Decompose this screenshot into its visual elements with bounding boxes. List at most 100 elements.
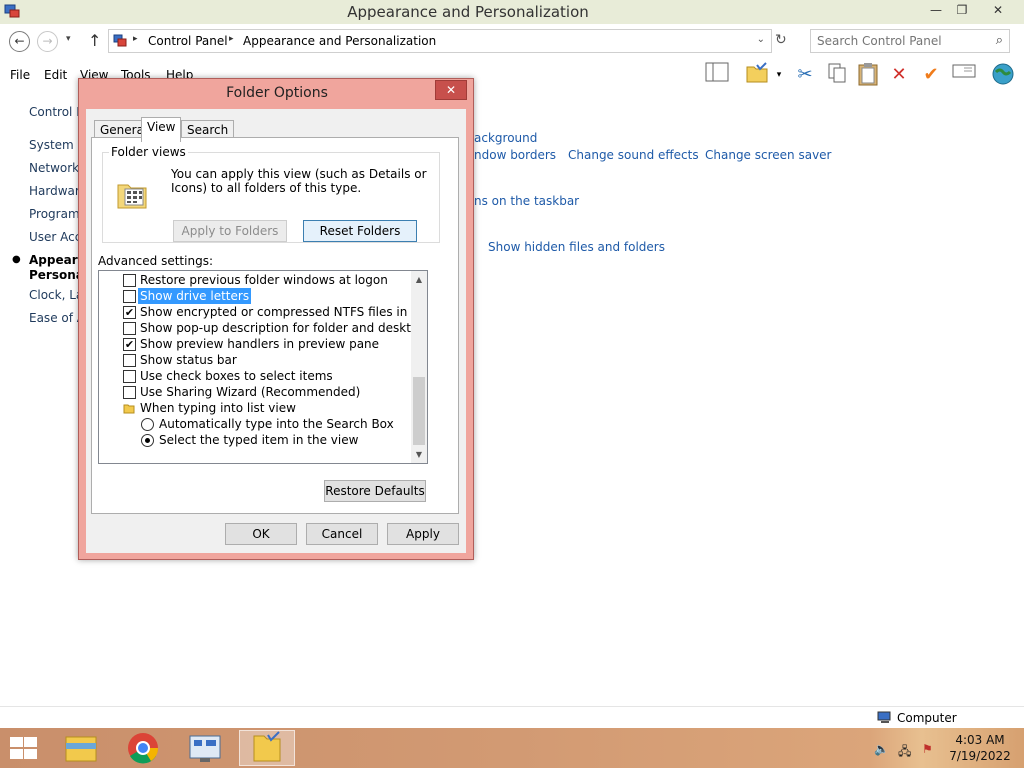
back-button[interactable]: ← <box>9 31 30 52</box>
setting-restore-previous-folders[interactable]: Restore previous folder windows at logon <box>99 272 411 288</box>
folder-options-dialog: Folder Options ✕ General View Search Fol… <box>78 78 474 560</box>
setting-label: Show drive letters <box>138 288 252 304</box>
checkbox[interactable] <box>123 354 136 367</box>
checkbox[interactable] <box>123 290 136 303</box>
link-window-borders[interactable]: ndow borders <box>474 148 556 162</box>
tab-view[interactable]: View <box>141 117 182 142</box>
setting-label: Show encrypted or compressed NTFS files … <box>140 305 428 319</box>
breadcrumb-separator[interactable]: ▸ <box>133 34 138 44</box>
breadcrumb-appearance[interactable]: Appearance and Personalization <box>243 34 436 48</box>
action-center-icon[interactable]: ⚑ <box>922 742 933 756</box>
radio-button-selected[interactable] <box>141 434 154 447</box>
folder-options-icon <box>253 731 281 762</box>
checkbox-checked[interactable]: ✔ <box>123 338 136 351</box>
volume-muted-icon[interactable]: 🔈 <box>874 742 889 756</box>
setting-group-typing-list-view: When typing into list view <box>99 400 411 416</box>
setting-show-preview-handlers[interactable]: ✔ Show preview handlers in preview pane <box>99 336 411 352</box>
folder-views-icon <box>117 184 147 209</box>
globe-icon[interactable] <box>990 62 1016 88</box>
sidebar-item-network[interactable]: Network <box>29 161 79 175</box>
rename-icon[interactable] <box>951 62 977 88</box>
scroll-down-arrow[interactable]: ▼ <box>411 446 427 463</box>
setting-select-typed-item[interactable]: Select the typed item in the view <box>99 432 411 448</box>
search-input[interactable] <box>811 30 981 52</box>
scroll-up-arrow[interactable]: ▲ <box>411 271 427 288</box>
breadcrumb-control-panel[interactable]: Control Panel <box>148 34 228 48</box>
address-dropdown[interactable]: ⌄ <box>757 34 765 45</box>
properties-icon[interactable] <box>744 62 770 88</box>
up-button[interactable]: ↑ <box>88 31 101 50</box>
layout-pane-icon[interactable] <box>704 62 730 88</box>
properties-dropdown-icon[interactable]: ▾ <box>773 62 785 88</box>
setting-label: Use Sharing Wizard (Recommended) <box>140 385 361 399</box>
refresh-button[interactable]: ↻ <box>775 32 787 48</box>
setting-show-popup-description[interactable]: Show pop-up description for folder and d… <box>99 320 427 336</box>
checkbox[interactable] <box>123 386 136 399</box>
taskbar-clock[interactable]: 4:03 AM 7/19/2022 <box>945 732 1015 764</box>
advanced-settings-list[interactable]: Restore previous folder windows at logon… <box>98 270 428 464</box>
sidebar-item-ease-of-access[interactable]: Ease of A <box>29 311 85 325</box>
delete-icon[interactable]: ✕ <box>886 62 912 88</box>
link-change-screen-saver[interactable]: Change screen saver <box>705 148 832 162</box>
cancel-button[interactable]: Cancel <box>306 523 378 545</box>
taskbar-file-explorer[interactable] <box>53 730 109 766</box>
setting-use-check-boxes[interactable]: Use check boxes to select items <box>99 368 411 384</box>
checkbox[interactable] <box>123 370 136 383</box>
start-button[interactable] <box>8 736 38 760</box>
address-row: ← → ▾ ↑ ▸ Control Panel ▸ Appearance and… <box>0 26 1024 56</box>
list-scrollbar[interactable]: ▲ ▼ <box>411 271 427 463</box>
setting-label: Restore previous folder windows at logon <box>140 273 388 287</box>
sidebar-item-control-panel-home[interactable]: Control P <box>29 105 83 119</box>
taskbar-control-panel[interactable] <box>177 730 233 766</box>
restore-defaults-button[interactable]: Restore Defaults <box>324 480 426 502</box>
chrome-icon <box>128 733 159 764</box>
setting-use-sharing-wizard[interactable]: Use Sharing Wizard (Recommended) <box>99 384 411 400</box>
link-change-desktop-background[interactable]: ackground <box>474 131 537 145</box>
setting-label: Show pop-up description for folder and d… <box>140 321 427 335</box>
recent-locations-dropdown[interactable]: ▾ <box>66 34 71 44</box>
apply-button[interactable]: Apply <box>387 523 459 545</box>
maximize-button[interactable]: ❐ <box>946 0 978 20</box>
folder-views-group: Folder views You can apply this view (su… <box>102 145 440 243</box>
window-title: Appearance and Personalization <box>347 3 589 21</box>
folder-views-description: You can apply this view (such as Details… <box>171 167 427 195</box>
checkbox[interactable] <box>123 274 136 287</box>
menu-edit[interactable]: Edit <box>44 68 67 82</box>
taskbar-chrome[interactable] <box>115 730 171 766</box>
cut-icon[interactable]: ✂ <box>792 62 818 88</box>
setting-label: Select the typed item in the view <box>159 433 359 447</box>
check-icon[interactable]: ✔ <box>918 62 944 88</box>
folder-icon <box>123 404 135 414</box>
copy-icon[interactable] <box>824 62 850 88</box>
ok-button[interactable]: OK <box>225 523 297 545</box>
scroll-thumb[interactable] <box>413 377 425 445</box>
paste-icon[interactable] <box>855 62 881 88</box>
checkbox-checked[interactable]: ✔ <box>123 306 136 319</box>
setting-label: Show preview handlers in preview pane <box>140 337 380 351</box>
apply-to-folders-button: Apply to Folders <box>173 220 287 242</box>
radio-button[interactable] <box>141 418 154 431</box>
control-panel-icon <box>189 735 221 762</box>
taskbar-folder-options[interactable] <box>239 730 295 766</box>
setting-show-drive-letters[interactable]: Show drive letters <box>99 288 411 304</box>
dialog-close-button[interactable]: ✕ <box>435 80 467 100</box>
setting-auto-type-search-box[interactable]: Automatically type into the Search Box <box>99 416 411 432</box>
close-button[interactable]: ✕ <box>980 0 1016 20</box>
address-bar[interactable]: ▸ Control Panel ▸ Appearance and Persona… <box>108 29 772 53</box>
sidebar-item-clock[interactable]: Clock, La <box>29 288 83 302</box>
taskbar: 🔈 🖧 ⚑ 4:03 AM 7/19/2022 <box>0 728 1024 768</box>
search-icon[interactable]: ⌕ <box>996 33 1003 48</box>
link-taskbar-icons[interactable]: ns on the taskbar <box>474 194 579 208</box>
link-show-hidden-files[interactable]: Show hidden files and folders <box>488 240 665 254</box>
setting-label: Use check boxes to select items <box>140 369 333 383</box>
link-change-sound-effects[interactable]: Change sound effects <box>568 148 699 162</box>
reset-folders-button[interactable]: Reset Folders <box>303 220 417 242</box>
menu-file[interactable]: File <box>10 68 30 82</box>
search-box[interactable]: ⌕ <box>810 29 1010 53</box>
forward-button[interactable]: → <box>37 31 58 52</box>
checkbox[interactable] <box>123 322 136 335</box>
network-icon[interactable]: 🖧 <box>898 742 911 763</box>
setting-show-encrypted-color[interactable]: ✔ Show encrypted or compressed NTFS file… <box>99 304 427 320</box>
setting-show-status-bar[interactable]: Show status bar <box>99 352 411 368</box>
breadcrumb-separator[interactable]: ▸ <box>229 34 234 44</box>
